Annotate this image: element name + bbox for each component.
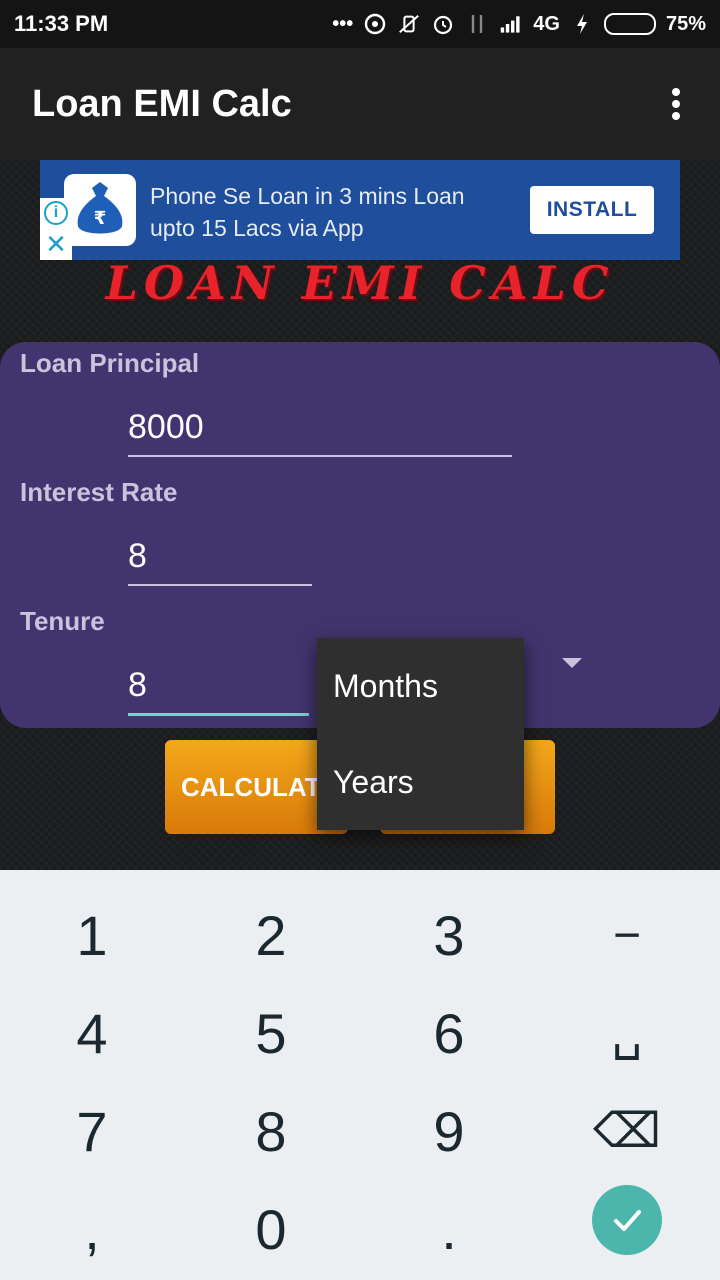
key-9[interactable]: 9 bbox=[359, 1082, 539, 1180]
ad-banner[interactable]: ₹ Phone Se Loan in 3 mins Loan upto 15 L… bbox=[40, 160, 680, 260]
key-0[interactable]: 0 bbox=[181, 1180, 361, 1278]
key-7[interactable]: 7 bbox=[2, 1082, 182, 1180]
app-title: Loan EMI Calc bbox=[32, 82, 292, 125]
done-check-icon[interactable] bbox=[592, 1185, 662, 1255]
key-space[interactable]: ␣ bbox=[537, 984, 717, 1082]
install-button[interactable]: INSTALL bbox=[530, 186, 654, 234]
principal-input[interactable]: 8000 bbox=[128, 408, 512, 457]
battery-icon bbox=[603, 13, 656, 35]
money-bag-icon: ₹ bbox=[64, 174, 136, 246]
tenure-input[interactable]: 8 bbox=[128, 666, 309, 716]
key-minus[interactable]: − bbox=[537, 886, 717, 984]
key-3[interactable]: 3 bbox=[359, 886, 539, 984]
signal-icon bbox=[499, 12, 523, 36]
tenure-unit-menu: Months Years bbox=[317, 638, 524, 830]
more-notifications-icon: ••• bbox=[332, 12, 354, 35]
key-4[interactable]: 4 bbox=[2, 984, 182, 1082]
app-bar: Loan EMI Calc bbox=[0, 48, 720, 160]
info-icon[interactable]: i bbox=[44, 201, 68, 225]
key-5[interactable]: 5 bbox=[181, 984, 361, 1082]
key-1[interactable]: 1 bbox=[2, 886, 182, 984]
close-icon[interactable]: ✕ bbox=[45, 231, 67, 257]
ad-choices[interactable]: i ✕ bbox=[40, 198, 72, 260]
key-8[interactable]: 8 bbox=[181, 1082, 361, 1180]
key-period[interactable]: . bbox=[359, 1180, 539, 1278]
vibrate-off-icon bbox=[397, 12, 421, 36]
ad-text-line1: Phone Se Loan in 3 mins Loan bbox=[150, 183, 465, 209]
ad-text[interactable]: Phone Se Loan in 3 mins Loan upto 15 Lac… bbox=[150, 180, 510, 244]
status-bar: 11:33 PM ••• 4G 75% bbox=[0, 0, 720, 48]
backspace-icon[interactable]: ⌫ bbox=[537, 1082, 717, 1180]
svg-text:₹: ₹ bbox=[94, 208, 107, 229]
tenure-unit-dropdown-arrow-icon[interactable] bbox=[562, 658, 582, 668]
tenure-label: Tenure bbox=[20, 606, 105, 636]
data-transfer-icon bbox=[465, 12, 489, 36]
key-comma[interactable]: , bbox=[2, 1180, 182, 1278]
status-time: 11:33 PM bbox=[14, 11, 109, 36]
key-6[interactable]: 6 bbox=[359, 984, 539, 1082]
hotspot-icon bbox=[363, 12, 387, 36]
interest-rate-input[interactable]: 8 bbox=[128, 537, 312, 586]
menu-option-months[interactable]: Months bbox=[317, 638, 524, 734]
network-type: 4G bbox=[533, 12, 560, 35]
key-2[interactable]: 2 bbox=[181, 886, 361, 984]
menu-option-years[interactable]: Years bbox=[317, 734, 524, 830]
ad-text-line2: upto 15 Lacs via App bbox=[150, 215, 364, 241]
alarm-icon bbox=[431, 12, 455, 36]
interest-rate-label: Interest Rate bbox=[20, 477, 178, 507]
overflow-menu-icon[interactable] bbox=[664, 84, 688, 124]
charging-icon bbox=[570, 12, 594, 36]
principal-label: Loan Principal bbox=[20, 348, 200, 378]
battery-percent: 75% bbox=[665, 12, 706, 35]
brand-logo-text: LOAN EMI CALC bbox=[105, 256, 615, 310]
